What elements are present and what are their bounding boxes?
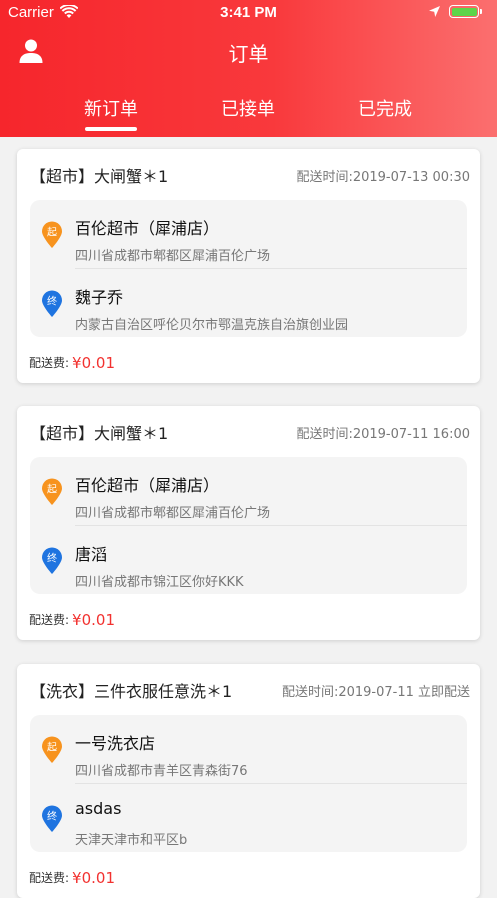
dropoff-address: 内蒙古自治区呼伦贝尔市鄂温克族自治旗创业园 (75, 318, 349, 333)
fee-amount: ¥0.01 (72, 868, 115, 887)
dropoff-stop: 终 asdas 天津天津市和平区b (30, 784, 467, 852)
pickup-pin-icon: 起 (42, 478, 62, 505)
dropoff-name: 唐滔 (75, 545, 108, 564)
header: Carrier 3:41 PM 订单 新订单 已接单 已完成 (0, 0, 497, 137)
pickup-pin-icon: 起 (42, 221, 62, 248)
dropoff-pin-icon: 终 (42, 805, 62, 832)
delivery-fee: 配送费: ¥0.01 (29, 609, 115, 631)
pickup-stop: 起 一号洗衣店 四川省成都市青羊区青森街76 (30, 715, 467, 783)
tab-bar: 新订单 已接单 已完成 (0, 95, 497, 135)
dropoff-pin-icon: 终 (42, 547, 62, 574)
dropoff-pin-icon: 终 (42, 290, 62, 317)
battery-icon (449, 5, 482, 18)
tab-completed-orders[interactable]: 已完成 (335, 95, 435, 121)
route-box: 起 一号洗衣店 四川省成都市青羊区青森街76 终 asdas 天津天津市和平区b (30, 715, 467, 852)
dropoff-stop: 终 唐滔 四川省成都市锦江区你好KKK (30, 526, 467, 594)
order-card[interactable]: 【洗衣】三件衣服任意洗＊1 配送时间:2019-07-11 立即配送 起 一号洗… (17, 664, 480, 898)
fee-amount: ¥0.01 (72, 353, 115, 372)
route-box: 起 百伦超市（犀浦店） 四川省成都市郫都区犀浦百伦广场 终 魏子乔 内蒙古自治区… (30, 200, 467, 337)
dropoff-stop: 终 魏子乔 内蒙古自治区呼伦贝尔市鄂温克族自治旗创业园 (30, 269, 467, 337)
pickup-address: 四川省成都市郫都区犀浦百伦广场 (75, 249, 271, 264)
svg-text:起: 起 (47, 227, 57, 239)
dropoff-name: 魏子乔 (75, 288, 124, 307)
fee-label: 配送费: (29, 613, 70, 627)
dropoff-address: 四川省成都市锦江区你好KKK (75, 575, 244, 590)
svg-text:起: 起 (47, 484, 57, 496)
pickup-stop: 起 百伦超市（犀浦店） 四川省成都市郫都区犀浦百伦广场 (30, 457, 467, 525)
clock: 3:41 PM (220, 4, 277, 21)
dropoff-address: 天津天津市和平区b (75, 833, 188, 848)
pickup-name: 百伦超市（犀浦店） (75, 476, 220, 495)
dropoff-name: asdas (75, 799, 122, 818)
status-bar: Carrier 3:41 PM (0, 0, 497, 26)
pickup-stop: 起 百伦超市（犀浦店） 四川省成都市郫都区犀浦百伦广场 (30, 200, 467, 268)
order-item-title: 【超市】大闸蟹＊1 (30, 167, 169, 186)
order-item-title: 【超市】大闸蟹＊1 (30, 424, 169, 443)
svg-text:终: 终 (47, 552, 57, 565)
order-card[interactable]: 【超市】大闸蟹＊1 配送时间:2019-07-13 00:30 起 百伦超市（犀… (17, 149, 480, 383)
fee-label: 配送费: (29, 356, 70, 370)
fee-amount: ¥0.01 (72, 610, 115, 629)
delivery-fee: 配送费: ¥0.01 (29, 352, 115, 374)
route-box: 起 百伦超市（犀浦店） 四川省成都市郫都区犀浦百伦广场 终 唐滔 四川省成都市锦… (30, 457, 467, 594)
tab-new-orders[interactable]: 新订单 (61, 95, 161, 131)
delivery-time: 配送时间:2019-07-11 立即配送 (281, 685, 470, 700)
pickup-address: 四川省成都市青羊区青森街76 (75, 764, 248, 779)
page-title: 订单 (228, 42, 269, 66)
pickup-pin-icon: 起 (42, 736, 62, 763)
svg-text:终: 终 (47, 295, 57, 308)
order-item-title: 【洗衣】三件衣服任意洗＊1 (30, 682, 233, 701)
location-arrow-icon (429, 6, 440, 17)
tab-accepted-orders[interactable]: 已接单 (198, 95, 298, 121)
delivery-time: 配送时间:2019-07-11 16:00 (296, 427, 470, 442)
pickup-name: 百伦超市（犀浦店） (75, 219, 220, 238)
svg-text:终: 终 (47, 810, 57, 823)
pickup-name: 一号洗衣店 (75, 734, 156, 753)
delivery-time: 配送时间:2019-07-13 00:30 (296, 170, 470, 185)
order-card[interactable]: 【超市】大闸蟹＊1 配送时间:2019-07-11 16:00 起 百伦超市（犀… (17, 406, 480, 640)
delivery-fee: 配送费: ¥0.01 (29, 867, 115, 889)
pickup-address: 四川省成都市郫都区犀浦百伦广场 (75, 506, 271, 521)
svg-text:起: 起 (47, 742, 57, 754)
